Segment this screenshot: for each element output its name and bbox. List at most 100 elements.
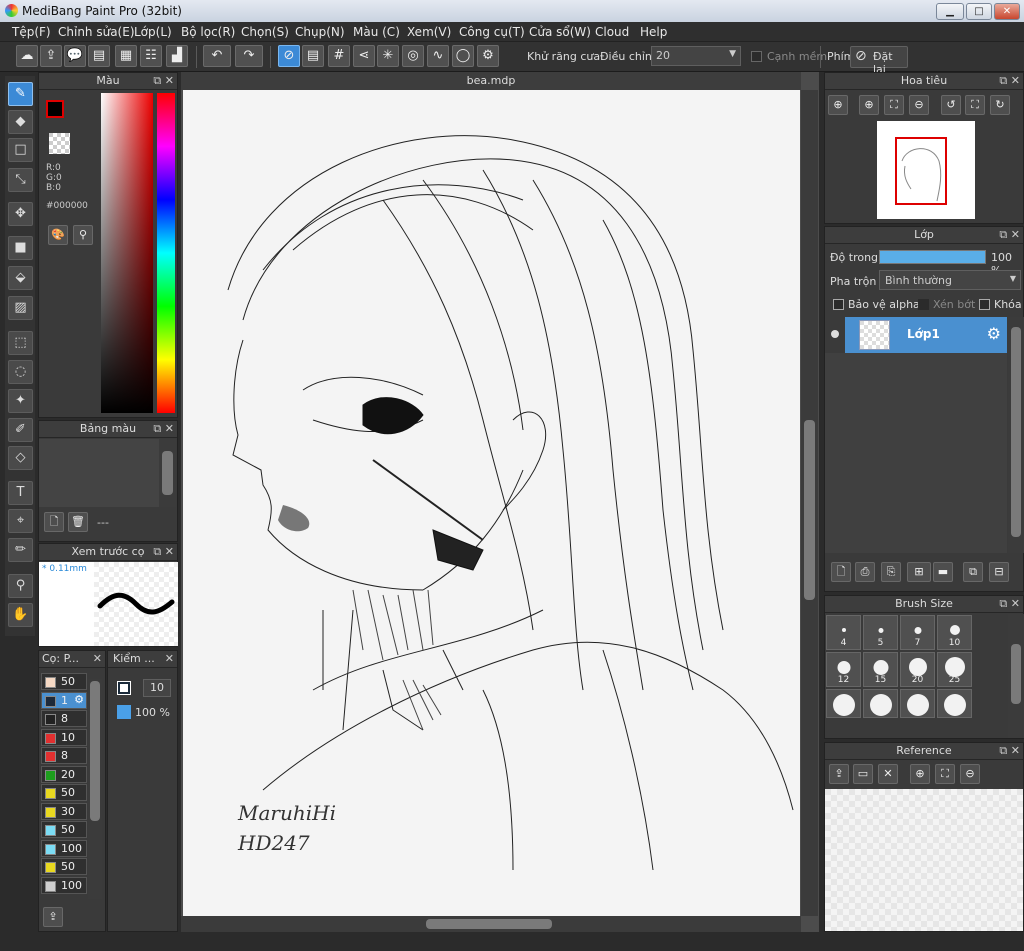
menu-view[interactable]: Xem(V) (407, 25, 451, 39)
new-8bit-layer-icon[interactable]: ⎘ (881, 562, 901, 582)
fit-window-icon[interactable]: ⛶ (884, 95, 904, 115)
brush-list-item[interactable]: 1 ⚙ (41, 691, 87, 709)
duplicate-layer-icon[interactable]: ⧉ (963, 562, 983, 582)
brush-size-cell[interactable]: 10 (937, 615, 972, 650)
layer-visibility-toggle[interactable] (825, 317, 845, 353)
brush-list-item[interactable]: 100 (41, 876, 87, 894)
brush-size-cell[interactable] (937, 689, 972, 718)
brush-size-cell[interactable]: 7 (900, 615, 935, 650)
zoom-in-icon[interactable]: ⊕ (859, 95, 879, 115)
share-icon[interactable]: ⇪ (40, 45, 62, 67)
menu-file[interactable]: Tệp(F) (12, 25, 51, 39)
brush-size-cell[interactable]: 12 (826, 652, 861, 687)
redo-icon[interactable]: ↷ (235, 45, 263, 67)
brush-list-item[interactable]: 100 (41, 839, 87, 857)
panel-close-icon[interactable]: ⧉ ✕ (999, 596, 1020, 612)
brush-list-item[interactable]: 20 (41, 765, 87, 783)
layer-list-scrollbar[interactable] (1008, 317, 1024, 553)
brush-size-cell[interactable]: 25 (937, 652, 972, 687)
brush-list-item[interactable]: 50 (41, 784, 87, 801)
brush-size-scrollbar[interactable] (1008, 614, 1024, 738)
select-pen-tool-icon[interactable]: ✐ (8, 418, 33, 442)
rect-select-tool-icon[interactable]: ⬚ (8, 331, 33, 355)
snap-off-icon[interactable]: ⊘ (278, 45, 300, 67)
eyedropper-tool-icon[interactable]: ⚲ (8, 574, 33, 598)
new-layer-icon[interactable]: 🗋 (831, 562, 851, 582)
add-brush-icon[interactable]: ⇪ (43, 907, 63, 927)
navigator-thumbnail[interactable] (877, 121, 975, 219)
reference-image-area[interactable] (825, 789, 1023, 931)
add-layer-menu-icon[interactable]: ⊞ (907, 562, 931, 582)
background-color-swatch[interactable] (49, 133, 70, 154)
text-tool-icon[interactable]: T (8, 481, 33, 505)
lock-checkbox[interactable] (979, 299, 990, 310)
rotate-left-icon[interactable]: ↺ (941, 95, 961, 115)
zoom-out-icon[interactable]: ⊖ (909, 95, 929, 115)
menu-cloud[interactable]: Cloud (595, 25, 629, 39)
palette-scrollbar[interactable] (159, 439, 176, 507)
menu-help[interactable]: Help (640, 25, 667, 39)
gradient-tool-icon[interactable]: ▨ (8, 296, 33, 320)
layer-settings-gear-icon[interactable]: ⚙ (987, 324, 1001, 343)
snap-settings-gear-icon[interactable]: ⚙ (477, 45, 499, 67)
panel-close-icon[interactable]: ⧉ ✕ (153, 421, 174, 437)
brush-list-item[interactable]: 8 (41, 710, 87, 727)
circle-snap-icon[interactable]: ◯ (452, 45, 474, 67)
brush-size-cell[interactable] (900, 689, 935, 718)
parallel-snap-icon[interactable]: ▤ (302, 45, 324, 67)
maximize-button[interactable]: □ (966, 3, 992, 20)
panel-close-icon[interactable]: ✕ (165, 651, 174, 667)
color-picker-icon[interactable]: ⚲ (73, 225, 93, 245)
close-reference-icon[interactable]: ✕ (878, 764, 898, 784)
page-icon[interactable]: ▦ (115, 45, 137, 67)
brush-list-item[interactable]: 30 (41, 802, 87, 820)
clip-checkbox[interactable] (918, 299, 929, 310)
grid-snap-icon[interactable]: # (328, 45, 350, 67)
panel-layout-icon[interactable]: ☷ (140, 45, 162, 67)
check-tab[interactable]: Kiểm ... (113, 652, 155, 665)
blend-mode-dropdown[interactable]: Bình thường ▼ (879, 270, 1021, 290)
magic-wand-tool-icon[interactable]: ✦ (8, 389, 33, 413)
brush-list-item[interactable]: 50 (41, 673, 87, 690)
menu-layer[interactable]: Lớp(L) (134, 25, 172, 39)
undo-icon[interactable]: ↶ (203, 45, 231, 67)
panel-close-icon[interactable]: ⧉ ✕ (153, 544, 174, 560)
panel-close-icon[interactable]: ⧉ ✕ (999, 73, 1020, 89)
comment-icon[interactable]: ▤ (88, 45, 110, 67)
dot-tool-icon[interactable]: □ (8, 138, 33, 162)
lasso-tool-icon[interactable]: ◌ (8, 360, 33, 384)
brush-list-item[interactable]: 50 (41, 858, 87, 875)
comic-frame-icon[interactable]: ▟ (166, 45, 188, 67)
panel-close-icon[interactable]: ⧉ ✕ (153, 73, 174, 89)
brush-size-cell[interactable]: 5 (863, 615, 898, 650)
brush-tool-icon[interactable]: ✎ (8, 82, 33, 106)
snap-tool-icon[interactable]: ⤡ (8, 168, 33, 192)
protect-alpha-checkbox[interactable] (833, 299, 844, 310)
reset-button[interactable]: ⊘ Đặt lại (850, 46, 908, 76)
panel-close-icon[interactable]: ⧉ ✕ (999, 227, 1020, 243)
rotate-right-icon[interactable]: ↻ (990, 95, 1010, 115)
menu-window[interactable]: Cửa sổ(W) (529, 25, 591, 39)
layer-row-selected[interactable]: Lớp1 ⚙ (845, 317, 1007, 353)
brush-list-item[interactable]: 50 (41, 821, 87, 838)
minimize-button[interactable]: ▁ (936, 3, 964, 20)
menu-color[interactable]: Màu (C) (353, 25, 400, 39)
new-folder-icon[interactable]: ▬ (933, 562, 953, 582)
size-field[interactable]: 10 (143, 679, 171, 697)
cloud-download-icon[interactable]: ⇪ (829, 764, 849, 784)
bucket-tool-icon[interactable]: ⬙ (8, 266, 33, 290)
new-palette-icon[interactable]: 🗋 (44, 512, 64, 532)
zoom-out-icon[interactable]: ⊖ (960, 764, 980, 784)
layer-opacity-slider[interactable] (879, 250, 986, 264)
menu-filter[interactable]: Bộ lọc(R) (181, 25, 235, 39)
saturation-value-field[interactable] (101, 93, 153, 413)
brush-size-cell[interactable]: 15 (863, 652, 898, 687)
document-tab[interactable]: bea.mdp (181, 72, 801, 90)
reset-view-icon[interactable]: ⛶ (965, 95, 985, 115)
brush-list-item[interactable]: 8 (41, 747, 87, 764)
close-button[interactable]: ✕ (994, 3, 1020, 20)
speech-bubble-icon[interactable]: 💬 (64, 45, 86, 67)
curve-snap-icon[interactable]: ∿ (427, 45, 449, 67)
menu-snap[interactable]: Chụp(N) (295, 25, 345, 39)
menu-edit[interactable]: Chỉnh sửa(E) (58, 25, 135, 39)
